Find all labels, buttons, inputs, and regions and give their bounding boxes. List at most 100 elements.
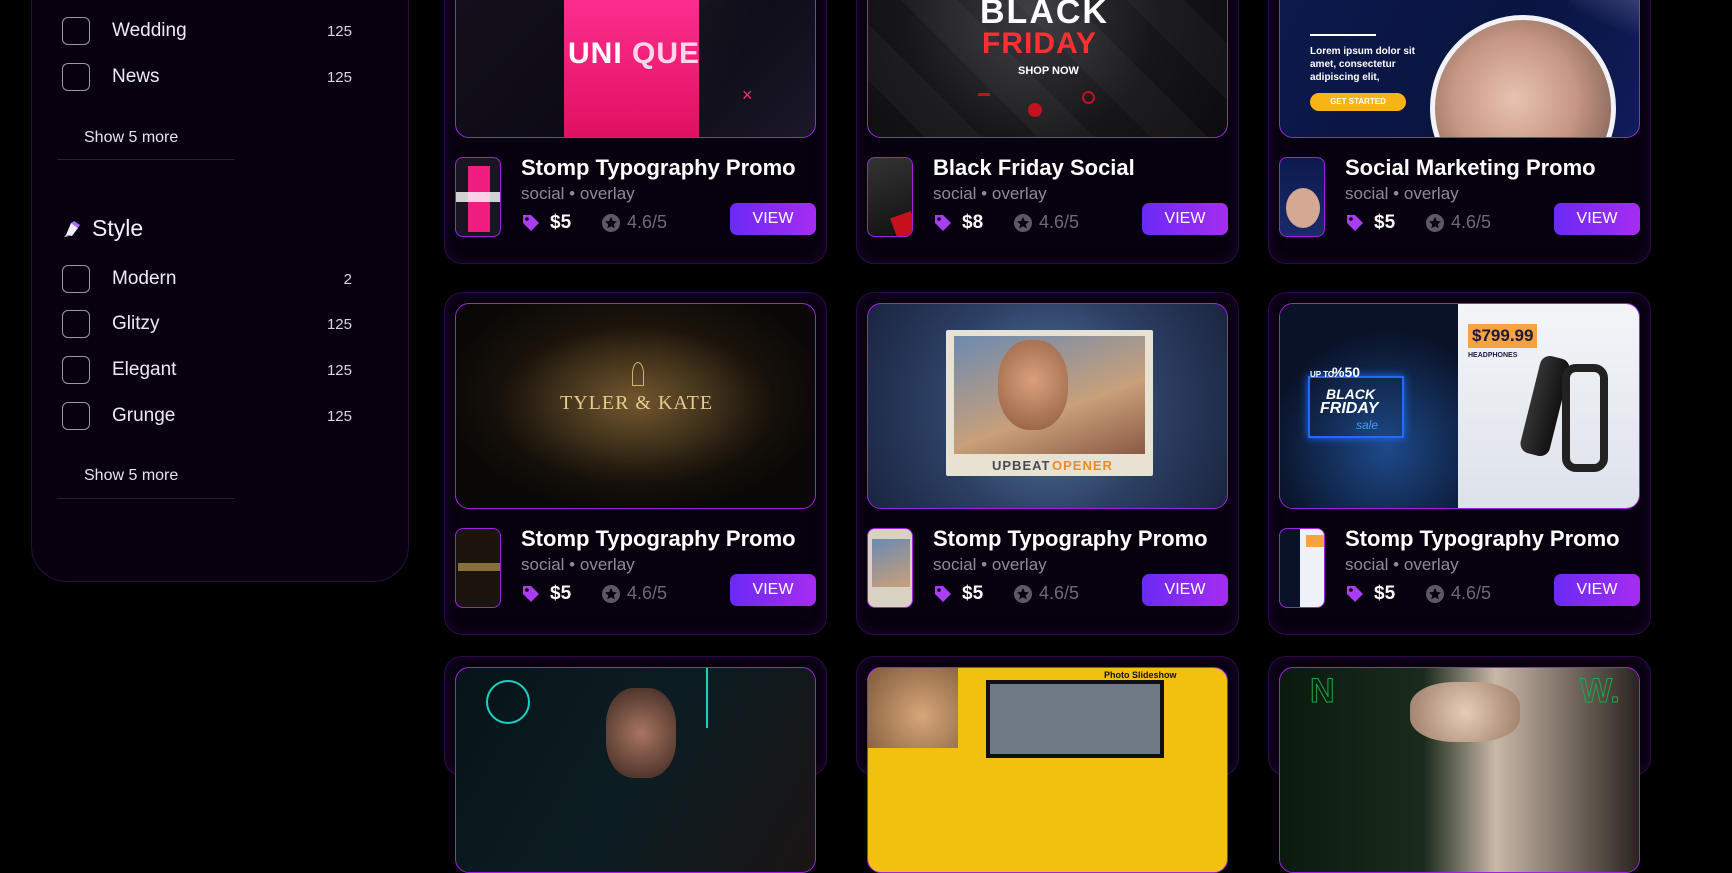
price-tag-icon: [523, 586, 539, 602]
grunge-checkbox[interactable]: [62, 402, 90, 430]
card-preview-image[interactable]: UPBEAT OPENER: [867, 303, 1228, 509]
category-show-more-link[interactable]: Show 5 more: [84, 129, 178, 147]
view-button[interactable]: VIEW: [1554, 203, 1640, 235]
modern-checkbox[interactable]: [62, 265, 90, 293]
star-icon: [1014, 584, 1032, 603]
view-button[interactable]: VIEW: [1142, 574, 1228, 606]
card-title[interactable]: Black Friday Social: [933, 155, 1135, 181]
price-value: $5: [550, 583, 572, 604]
view-button[interactable]: VIEW: [730, 574, 816, 606]
card-title[interactable]: Social Marketing Promo: [1345, 155, 1596, 181]
filter-option-elegant[interactable]: Elegant 125: [62, 354, 352, 386]
star-icon: [602, 584, 620, 603]
template-card[interactable]: Photo Slideshow: [856, 656, 1239, 873]
template-card[interactable]: UPBEAT OPENER Stomp Typography Promo soc…: [856, 292, 1239, 635]
elegant-checkbox[interactable]: [62, 356, 90, 384]
filter-count: 125: [326, 68, 352, 86]
wedding-checkbox[interactable]: [62, 17, 90, 45]
thumb-text: QUE: [632, 37, 701, 70]
thumb-text: UNI: [568, 37, 623, 70]
filter-label: Elegant: [112, 359, 177, 380]
glitzy-checkbox[interactable]: [62, 310, 90, 338]
card-title[interactable]: Stomp Typography Promo: [521, 155, 796, 181]
card-rating: 4.6/5: [1425, 212, 1491, 233]
card-preview-image[interactable]: TYLER & KATE: [455, 303, 816, 509]
template-card[interactable]: N W.: [1268, 656, 1651, 873]
card-rating: 4.6/5: [601, 212, 667, 233]
card-mini-preview: [455, 157, 501, 237]
filter-count: 125: [326, 407, 352, 425]
style-show-more-link[interactable]: Show 5 more: [84, 467, 178, 485]
rating-value: 4.6/5: [1039, 212, 1080, 232]
price-tag-icon: [523, 215, 539, 231]
price-value: $8: [962, 212, 984, 233]
filter-label: News: [112, 66, 160, 87]
card-preview-image[interactable]: N UNI QUE ×: [455, 0, 816, 138]
template-card[interactable]: N UNI QUE × Stomp Typography Promo socia…: [444, 0, 827, 264]
card-preview-image[interactable]: [455, 667, 816, 873]
thumb-text: FRIDAY: [1320, 400, 1379, 417]
price-value: $5: [1374, 212, 1396, 233]
thumb-text: %50: [1332, 364, 1361, 380]
card-price: $5: [933, 583, 983, 605]
price-value: $5: [1374, 583, 1396, 604]
thumb-text: $799.99: [1468, 324, 1538, 348]
rating-value: 4.6/5: [1039, 583, 1080, 603]
template-card[interactable]: [444, 656, 827, 873]
thumb-text: FRIDAY: [982, 27, 1097, 60]
get-started-badge: GET STARTED: [1310, 93, 1406, 111]
card-title[interactable]: Stomp Typography Promo: [933, 526, 1208, 552]
thumb-text: HEADPHONES: [1468, 352, 1518, 359]
card-price: $5: [521, 212, 571, 234]
news-checkbox[interactable]: [62, 63, 90, 91]
template-card[interactable]: BLACK FRIDAY SHOP NOW Black Friday Socia…: [856, 0, 1239, 264]
card-preview-image[interactable]: BLACK FRIDAY SHOP NOW: [867, 0, 1228, 138]
thumb-text: OPENER: [1052, 458, 1113, 473]
rating-value: 4.6/5: [1451, 212, 1492, 232]
card-preview-image[interactable]: Photo Slideshow: [867, 667, 1228, 873]
template-card[interactable]: TYLER & KATE Stomp Typography Promo soci…: [444, 292, 827, 635]
card-title[interactable]: Stomp Typography Promo: [521, 526, 796, 552]
card-title[interactable]: Stomp Typography Promo: [1345, 526, 1620, 552]
price-tag-icon: [935, 586, 951, 602]
star-icon: [1426, 213, 1444, 232]
price-tag-icon: [1347, 215, 1363, 231]
price-value: $5: [962, 583, 984, 604]
card-preview-image[interactable]: N W.: [1279, 667, 1640, 873]
card-price: $5: [1345, 583, 1395, 605]
card-mini-preview: [1279, 157, 1325, 237]
card-subtitle: social • overlay: [933, 184, 1047, 203]
filter-option-wedding[interactable]: Wedding 125: [62, 15, 352, 47]
star-icon: [602, 213, 620, 232]
view-button[interactable]: VIEW: [730, 203, 816, 235]
card-preview-image[interactable]: Lorem ipsum dolor sit amet, consectetur …: [1279, 0, 1640, 138]
style-section-title: Style: [62, 215, 143, 242]
filter-option-grunge[interactable]: Grunge 125: [62, 400, 352, 432]
card-price: $5: [521, 583, 571, 605]
rating-value: 4.6/5: [1451, 583, 1492, 603]
card-subtitle: social • overlay: [933, 555, 1047, 574]
thumb-text: Photo Slideshow: [1104, 670, 1177, 680]
price-value: $5: [550, 212, 572, 233]
view-button[interactable]: VIEW: [1554, 574, 1640, 606]
filter-count: 125: [326, 22, 352, 40]
card-mini-preview: [867, 528, 913, 608]
card-rating: 4.6/5: [1013, 583, 1079, 604]
card-subtitle: social • overlay: [521, 184, 635, 203]
template-card[interactable]: Lorem ipsum dolor sit amet, consectetur …: [1268, 0, 1651, 264]
card-preview-image[interactable]: $799.99 HEADPHONES UP TO %50 BLACK FRIDA…: [1279, 303, 1640, 509]
card-mini-preview: [867, 157, 913, 237]
template-card[interactable]: $799.99 HEADPHONES UP TO %50 BLACK FRIDA…: [1268, 292, 1651, 635]
filter-label: Modern: [112, 268, 177, 289]
style-section-label: Style: [92, 215, 144, 241]
card-price: $8: [933, 212, 983, 234]
filter-option-news[interactable]: News 125: [62, 61, 352, 93]
view-button[interactable]: VIEW: [1142, 203, 1228, 235]
filter-option-glitzy[interactable]: Glitzy 125: [62, 308, 352, 340]
star-icon: [1014, 213, 1032, 232]
card-rating: 4.6/5: [1013, 212, 1079, 233]
card-price: $5: [1345, 212, 1395, 234]
filter-option-modern[interactable]: Modern 2: [62, 263, 352, 295]
thumb-text: Lorem ipsum dolor sit amet, consectetur …: [1310, 46, 1416, 83]
category-divider: [57, 159, 235, 160]
